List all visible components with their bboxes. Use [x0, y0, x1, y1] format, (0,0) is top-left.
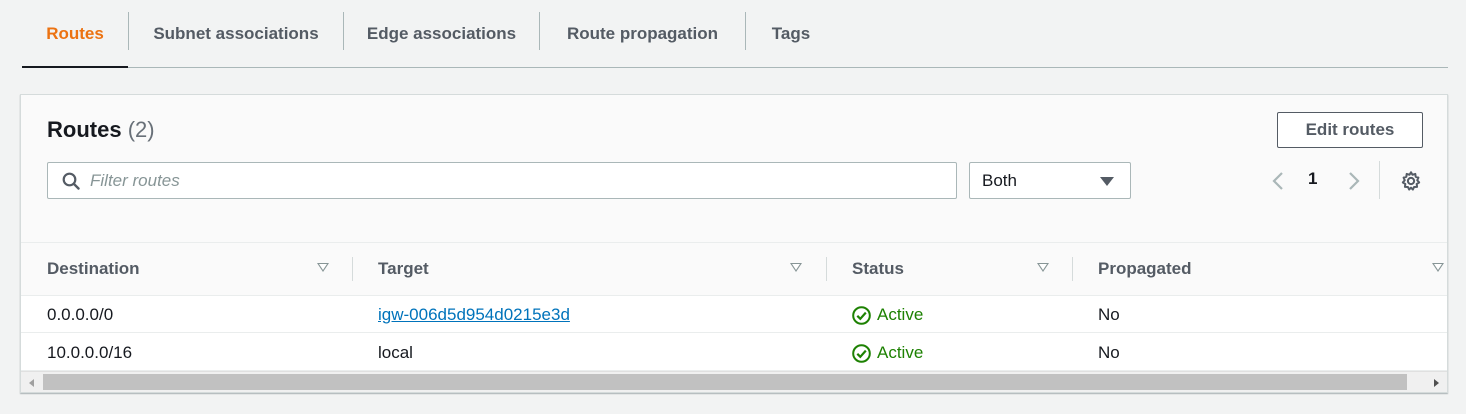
- tab-bar: Routes Subnet associations Edge associat…: [22, 0, 1448, 68]
- scroll-right-icon[interactable]: [1434, 379, 1439, 387]
- page-number[interactable]: 1: [1308, 169, 1317, 189]
- cell-propagated: No: [1098, 343, 1120, 362]
- panel-header: Routes (2) Edit routes Both 1: [21, 95, 1447, 243]
- cell-status: Active: [852, 343, 923, 363]
- cell-propagated: No: [1098, 305, 1120, 324]
- check-circle-icon: [852, 343, 871, 363]
- column-header-propagated[interactable]: Propagated: [1098, 243, 1192, 295]
- tab-tags[interactable]: Tags: [746, 0, 836, 67]
- scrollbar-thumb[interactable]: [43, 374, 1407, 390]
- pager-divider: [1379, 161, 1380, 199]
- tab-edge-associations[interactable]: Edge associations: [344, 0, 539, 67]
- sort-icon[interactable]: [317, 263, 329, 272]
- chevron-left-icon[interactable]: [1269, 169, 1289, 193]
- filter-routes-search[interactable]: [47, 162, 957, 199]
- column-divider[interactable]: [826, 257, 827, 281]
- sort-icon[interactable]: [1432, 263, 1444, 272]
- sort-icon[interactable]: [790, 263, 802, 272]
- column-header-target[interactable]: Target: [378, 243, 429, 295]
- column-header-destination[interactable]: Destination: [47, 243, 140, 295]
- panel-title-text: Routes: [47, 117, 122, 142]
- column-divider[interactable]: [1072, 257, 1073, 281]
- caret-down-icon: [1100, 177, 1114, 186]
- cell-target: local: [378, 343, 413, 362]
- status-text: Active: [877, 305, 924, 324]
- tab-routes[interactable]: Routes: [22, 0, 128, 68]
- table-row[interactable]: 10.0.0.0/16 local Active No: [21, 334, 1447, 371]
- cell-destination: 0.0.0.0/0: [47, 305, 114, 324]
- cell-destination: 10.0.0.0/16: [47, 343, 133, 362]
- route-type-select-value: Both: [982, 171, 1017, 190]
- tab-route-propagation[interactable]: Route propagation: [540, 0, 745, 67]
- search-icon: [62, 172, 80, 190]
- cell-status: Active: [852, 305, 923, 325]
- filter-routes-input[interactable]: [90, 163, 950, 198]
- column-header-status[interactable]: Status: [852, 243, 904, 295]
- panel-title: Routes (2): [47, 117, 155, 143]
- edit-routes-button[interactable]: Edit routes: [1277, 112, 1423, 148]
- column-divider[interactable]: [352, 257, 353, 281]
- gear-icon[interactable]: [1400, 170, 1422, 192]
- route-type-select[interactable]: Both: [969, 162, 1131, 199]
- route-count: (2): [127, 117, 155, 142]
- sort-icon[interactable]: [1037, 263, 1049, 272]
- cell-target-link[interactable]: igw-006d5d954d0215e3d: [378, 305, 570, 325]
- chevron-right-icon[interactable]: [1343, 169, 1363, 193]
- status-text: Active: [877, 343, 924, 362]
- table-header: Destination Target Status Propagated: [21, 243, 1447, 296]
- table-row[interactable]: 0.0.0.0/0 igw-006d5d954d0215e3d Active N…: [21, 296, 1447, 333]
- scroll-left-icon[interactable]: [29, 379, 34, 387]
- tab-subnet-associations[interactable]: Subnet associations: [129, 0, 343, 67]
- routes-panel: Routes (2) Edit routes Both 1: [20, 94, 1448, 393]
- horizontal-scrollbar[interactable]: [21, 371, 1447, 392]
- check-circle-icon: [852, 305, 871, 325]
